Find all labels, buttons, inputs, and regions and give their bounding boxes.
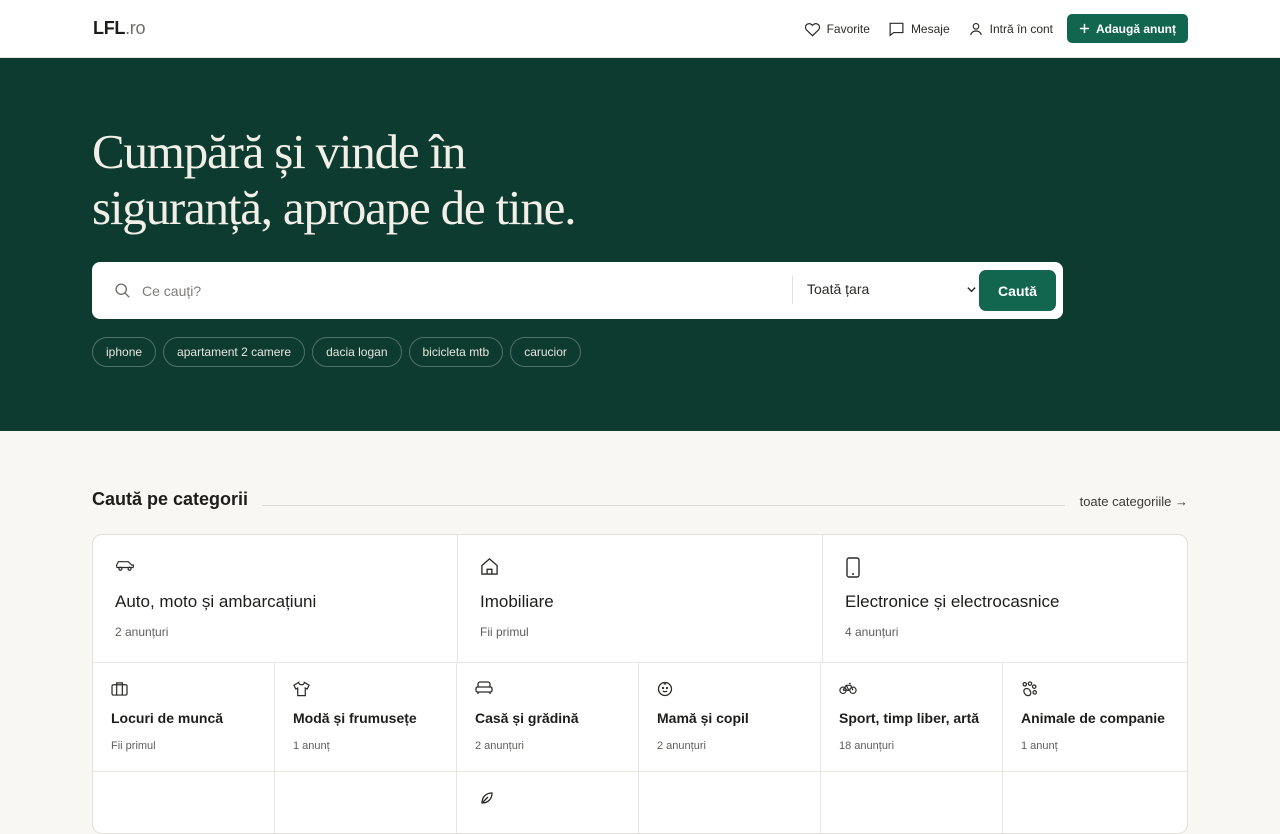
header-nav: Favorite Mesaje Intră în cont Adaugă anu… (786, 14, 1188, 43)
category-name: Sport, timp liber, artă (839, 710, 980, 726)
bicycle-icon (839, 682, 857, 694)
hero-section: Cumpără și vinde în siguranță, aproape d… (0, 58, 1280, 431)
plus-icon (1079, 23, 1090, 34)
paw-icon (1022, 681, 1038, 697)
section-divider (262, 505, 1065, 506)
shirt-icon (293, 681, 310, 697)
category-card-partial[interactable] (639, 772, 821, 833)
login-label: Intră în cont (989, 21, 1053, 36)
category-name: Casă și grădină (475, 710, 579, 726)
category-name: Mamă și copil (657, 710, 749, 726)
all-categories-link[interactable]: toate categoriile → (1080, 494, 1188, 509)
hero-title-line2: siguranță, aproape de tine. (92, 180, 576, 235)
logo-main: LFL (93, 18, 126, 38)
search-bar: Toată țara Caută (92, 262, 1063, 319)
category-card-auto[interactable]: Auto, moto și ambarcațiuni 2 anunțuri (93, 535, 458, 663)
category-card-electronics[interactable]: Electronice și electrocasnice 4 anunțuri (823, 535, 1187, 663)
favorites-label: Favorite (826, 21, 870, 36)
category-count: 2 anunțuri (657, 740, 706, 752)
chevron-down-icon (967, 287, 976, 293)
category-card-home-garden[interactable]: Casă și grădină 2 anunțuri (457, 663, 639, 772)
car-icon (116, 561, 134, 571)
category-name: Imobiliare (480, 592, 554, 611)
categories-grid: Auto, moto și ambarcațiuni 2 anunțuri Im… (92, 534, 1188, 834)
category-card-pets[interactable]: Animale de companie 1 anunț (1003, 663, 1187, 772)
category-card-partial[interactable] (275, 772, 457, 833)
region-select[interactable]: Toată țara (807, 281, 977, 301)
region-value: Toată țara (807, 281, 870, 297)
home-icon (481, 558, 498, 575)
heart-icon (804, 22, 820, 37)
category-card-mother-child[interactable]: Mamă și copil 2 anunțuri (639, 663, 821, 772)
search-chip[interactable]: iphone (92, 337, 157, 367)
search-divider (792, 276, 793, 304)
category-count: 2 anunțuri (115, 625, 169, 639)
search-input[interactable] (142, 276, 782, 306)
category-card-partial[interactable] (93, 772, 275, 833)
category-card-jobs[interactable]: Locuri de muncă Fii primul (93, 663, 275, 772)
phone-icon (846, 557, 860, 578)
briefcase-icon (111, 682, 128, 696)
add-listing-label: Adaugă anunț (1096, 21, 1176, 36)
category-card-partial[interactable] (1003, 772, 1185, 833)
category-card-real-estate[interactable]: Imobiliare Fii primul (458, 535, 823, 663)
category-card-partial[interactable] (457, 772, 639, 833)
category-count: 1 anunț (1021, 740, 1058, 752)
user-icon (969, 22, 982, 35)
category-name: Modă și frumusețe (293, 710, 417, 726)
top-header: LFL.ro Favorite Mesaje Intră în cont Ada… (0, 0, 1280, 58)
popular-searches: iphone apartament 2 camere dacia logan b… (92, 337, 588, 367)
message-icon (889, 22, 904, 37)
category-name: Animale de companie (1021, 710, 1165, 726)
category-count: 1 anunț (293, 740, 330, 752)
search-chip[interactable]: apartament 2 camere (163, 337, 306, 367)
category-card-fashion[interactable]: Modă și frumusețe 1 anunț (275, 663, 457, 772)
hero-title-line1: Cumpără și vinde în (92, 124, 466, 179)
category-count: Fii primul (480, 625, 529, 639)
messages-link[interactable]: Mesaje (888, 21, 950, 37)
categories-title: Caută pe categorii (92, 489, 249, 509)
categories-header: Caută pe categorii toate categoriile → (92, 489, 1188, 513)
search-chip[interactable]: carucior (510, 337, 581, 367)
leaf-icon (481, 792, 493, 804)
category-name: Electronice și electrocasnice (845, 592, 1060, 611)
category-count: 4 anunțuri (845, 625, 899, 639)
category-count: Fii primul (111, 740, 156, 752)
sofa-icon (475, 681, 493, 694)
search-chip[interactable]: dacia logan (312, 337, 402, 367)
search-chip[interactable]: bicicleta mtb (408, 337, 504, 367)
hero-title: Cumpără și vinde în siguranță, aproape d… (92, 124, 652, 236)
category-name: Locuri de muncă (111, 710, 224, 726)
category-card-partial[interactable] (821, 772, 1003, 833)
favorites-link[interactable]: Favorite (804, 21, 870, 37)
category-count: 2 anunțuri (475, 740, 524, 752)
search-icon (115, 283, 130, 298)
search-button[interactable]: Caută (979, 270, 1056, 311)
site-logo[interactable]: LFL.ro (93, 18, 146, 39)
baby-icon (657, 681, 673, 697)
logo-tld: .ro (125, 18, 146, 38)
messages-label: Mesaje (910, 21, 950, 36)
category-card-sport[interactable]: Sport, timp liber, artă 18 anunțuri (821, 663, 1003, 772)
add-listing-button[interactable]: Adaugă anunț (1067, 14, 1188, 43)
login-link[interactable]: Intră în cont (968, 21, 1053, 37)
category-name: Auto, moto și ambarcațiuni (115, 592, 317, 611)
category-count: 18 anunțuri (839, 740, 895, 752)
